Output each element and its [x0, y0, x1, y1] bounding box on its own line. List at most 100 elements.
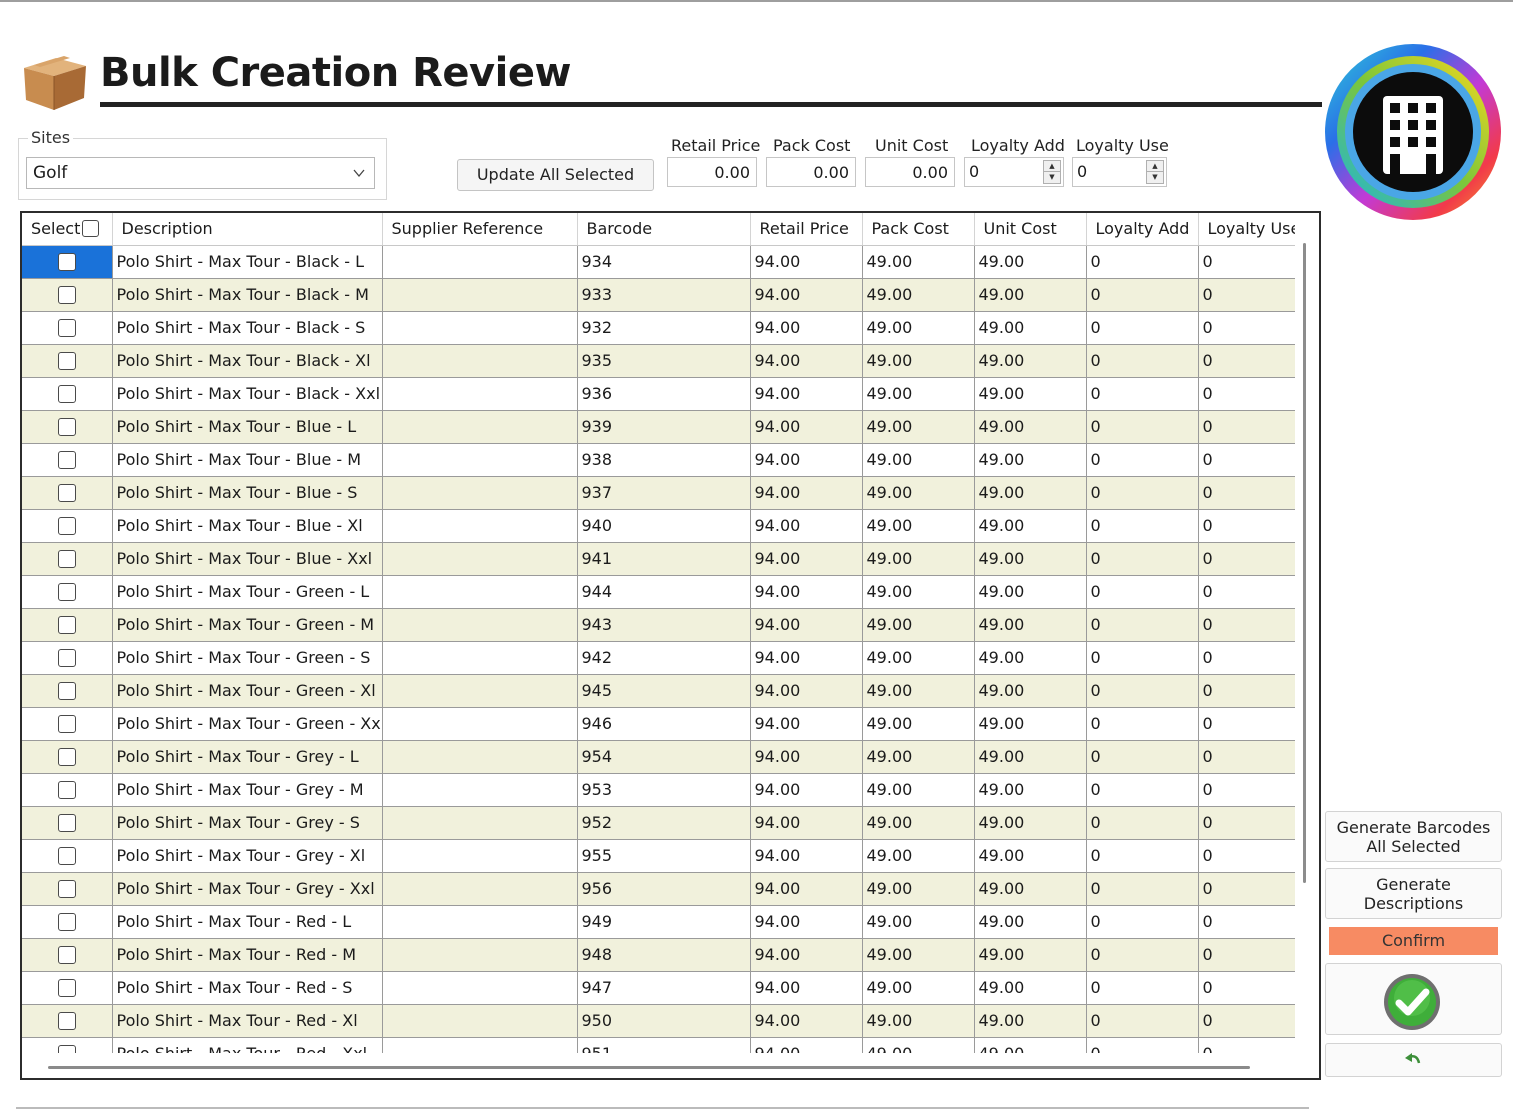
unit-cost-cell[interactable]: 49.00 [974, 509, 1087, 543]
barcode-cell[interactable]: 956 [577, 872, 751, 906]
loyalty-use-cell[interactable]: 0 [1198, 1004, 1295, 1038]
description-cell[interactable]: Polo Shirt - Max Tour - Green - M [112, 608, 383, 642]
table-row[interactable]: Polo Shirt - Max Tour - Green - Xl 945 94.… [22, 674, 1295, 708]
supplier-reference-cell[interactable] [382, 1037, 578, 1053]
pack-cost-cell[interactable]: 49.00 [862, 278, 975, 312]
supplier-reference-cell[interactable] [382, 476, 578, 510]
retail-price-input[interactable]: 0.00 [667, 157, 757, 187]
unit-cost-cell[interactable]: 49.00 [974, 542, 1087, 576]
retail-price-cell[interactable]: 94.00 [750, 707, 863, 741]
retail-price-cell[interactable]: 94.00 [750, 410, 863, 444]
loyalty-add-spinner[interactable]: 0 ▲ ▼ [964, 157, 1064, 187]
unit-cost-cell[interactable]: 49.00 [974, 443, 1087, 477]
supplier-reference-cell[interactable] [382, 443, 578, 477]
table-row[interactable]: Polo Shirt - Max Tour - Black - S 932 94.0… [22, 311, 1295, 345]
loyalty-add-cell[interactable]: 0 [1086, 773, 1199, 807]
supplier-reference-cell[interactable] [382, 344, 578, 378]
confirm-button[interactable] [1325, 963, 1502, 1035]
row-checkbox[interactable] [57, 946, 76, 965]
select-cell[interactable] [22, 1004, 113, 1038]
select-cell[interactable] [22, 938, 113, 972]
supplier-reference-cell[interactable] [382, 410, 578, 444]
select-cell[interactable] [22, 278, 113, 312]
loyalty-add-cell[interactable]: 0 [1086, 674, 1199, 708]
pack-cost-cell[interactable]: 49.00 [862, 377, 975, 411]
table-row[interactable]: Polo Shirt - Max Tour - Red - S 947 94.00 4… [22, 971, 1295, 1005]
pack-cost-cell[interactable]: 49.00 [862, 542, 975, 576]
loyalty-use-cell[interactable]: 0 [1198, 443, 1295, 477]
row-checkbox[interactable] [57, 253, 76, 272]
unit-cost-cell[interactable]: 49.00 [974, 377, 1087, 411]
pack-cost-cell[interactable]: 49.00 [862, 740, 975, 774]
pack-cost-cell[interactable]: 49.00 [862, 971, 975, 1005]
description-cell[interactable]: Polo Shirt - Max Tour - Red - L [112, 905, 383, 939]
supplier-reference-cell[interactable] [382, 509, 578, 543]
loyalty-use-cell[interactable]: 0 [1198, 905, 1295, 939]
loyalty-add-cell[interactable]: 0 [1086, 641, 1199, 675]
row-checkbox[interactable] [57, 517, 76, 536]
table-row[interactable]: Polo Shirt - Max Tour - Black - L 934 94.0… [22, 245, 1295, 279]
barcode-cell[interactable]: 954 [577, 740, 751, 774]
supplier-reference-cell[interactable] [382, 938, 578, 972]
description-cell[interactable]: Polo Shirt - Max Tour - Black - M [112, 278, 383, 312]
description-cell[interactable]: Polo Shirt - Max Tour - Grey - Xl [112, 839, 383, 873]
table-row[interactable]: Polo Shirt - Max Tour - Blue - M 938 94.00… [22, 443, 1295, 477]
pack-cost-cell[interactable]: 49.00 [862, 707, 975, 741]
row-checkbox[interactable] [57, 781, 76, 800]
undo-button[interactable] [1325, 1043, 1502, 1077]
row-checkbox[interactable] [57, 880, 76, 899]
table-row[interactable]: Polo Shirt - Max Tour - Blue - L 939 94.00… [22, 410, 1295, 444]
description-cell[interactable]: Polo Shirt - Max Tour - Green - S [112, 641, 383, 675]
loyalty-use-cell[interactable]: 0 [1198, 344, 1295, 378]
description-cell[interactable]: Polo Shirt - Max Tour - Red - Xl [112, 1004, 383, 1038]
pack-cost-cell[interactable]: 49.00 [862, 575, 975, 609]
row-checkbox[interactable] [57, 847, 76, 866]
description-cell[interactable]: Polo Shirt - Max Tour - Blue - S [112, 476, 383, 510]
loyalty-add-cell[interactable]: 0 [1086, 476, 1199, 510]
row-checkbox[interactable] [57, 583, 76, 602]
select-cell[interactable] [22, 344, 113, 378]
table-row[interactable]: Polo Shirt - Max Tour - Blue - Xxl 941 94.… [22, 542, 1295, 576]
retail-price-cell[interactable]: 94.00 [750, 905, 863, 939]
unit-cost-cell[interactable]: 49.00 [974, 278, 1087, 312]
select-cell[interactable] [22, 245, 113, 279]
row-checkbox[interactable] [57, 484, 76, 503]
pack-cost-cell[interactable]: 49.00 [862, 245, 975, 279]
retail-price-cell[interactable]: 94.00 [750, 971, 863, 1005]
retail-price-cell[interactable]: 94.00 [750, 245, 863, 279]
supplier-reference-cell[interactable] [382, 839, 578, 873]
barcode-cell[interactable]: 955 [577, 839, 751, 873]
row-checkbox[interactable] [57, 286, 76, 305]
supplier-reference-cell[interactable] [382, 608, 578, 642]
select-all-checkbox[interactable] [82, 220, 100, 238]
unit-cost-cell[interactable]: 49.00 [974, 1004, 1087, 1038]
retail-price-cell[interactable]: 94.00 [750, 839, 863, 873]
table-row[interactable]: Polo Shirt - Max Tour - Red - M 948 94.00 4… [22, 938, 1295, 972]
select-cell[interactable] [22, 377, 113, 411]
pack-cost-cell[interactable]: 49.00 [862, 1004, 975, 1038]
select-cell[interactable] [22, 806, 113, 840]
loyalty-add-cell[interactable]: 0 [1086, 839, 1199, 873]
loyalty-add-cell[interactable]: 0 [1086, 542, 1199, 576]
horizontal-scrollbar[interactable] [22, 1058, 1319, 1076]
loyalty-use-cell[interactable]: 0 [1198, 806, 1295, 840]
loyalty-add-cell[interactable]: 0 [1086, 311, 1199, 345]
loyalty-add-cell[interactable]: 0 [1086, 707, 1199, 741]
supplier-reference-cell[interactable] [382, 740, 578, 774]
table-row[interactable]: Polo Shirt - Max Tour - Red - Xl 950 94.00… [22, 1004, 1295, 1038]
pack-cost-cell[interactable]: 49.00 [862, 674, 975, 708]
select-cell[interactable] [22, 1037, 113, 1053]
supplier-reference-cell[interactable] [382, 806, 578, 840]
loyalty-add-cell[interactable]: 0 [1086, 245, 1199, 279]
description-cell[interactable]: Polo Shirt - Max Tour - Red - S [112, 971, 383, 1005]
barcode-cell[interactable]: 953 [577, 773, 751, 807]
table-row[interactable]: Polo Shirt - Max Tour - Red - L 949 94.00 4… [22, 905, 1295, 939]
loyalty-use-cell[interactable]: 0 [1198, 839, 1295, 873]
row-checkbox[interactable] [57, 616, 76, 635]
supplier-reference-cell[interactable] [382, 1004, 578, 1038]
pack-cost-cell[interactable]: 49.00 [862, 938, 975, 972]
sites-dropdown[interactable]: Golf [26, 157, 375, 189]
barcode-cell[interactable]: 948 [577, 938, 751, 972]
loyalty-use-cell[interactable]: 0 [1198, 872, 1295, 906]
loyalty-add-cell[interactable]: 0 [1086, 740, 1199, 774]
